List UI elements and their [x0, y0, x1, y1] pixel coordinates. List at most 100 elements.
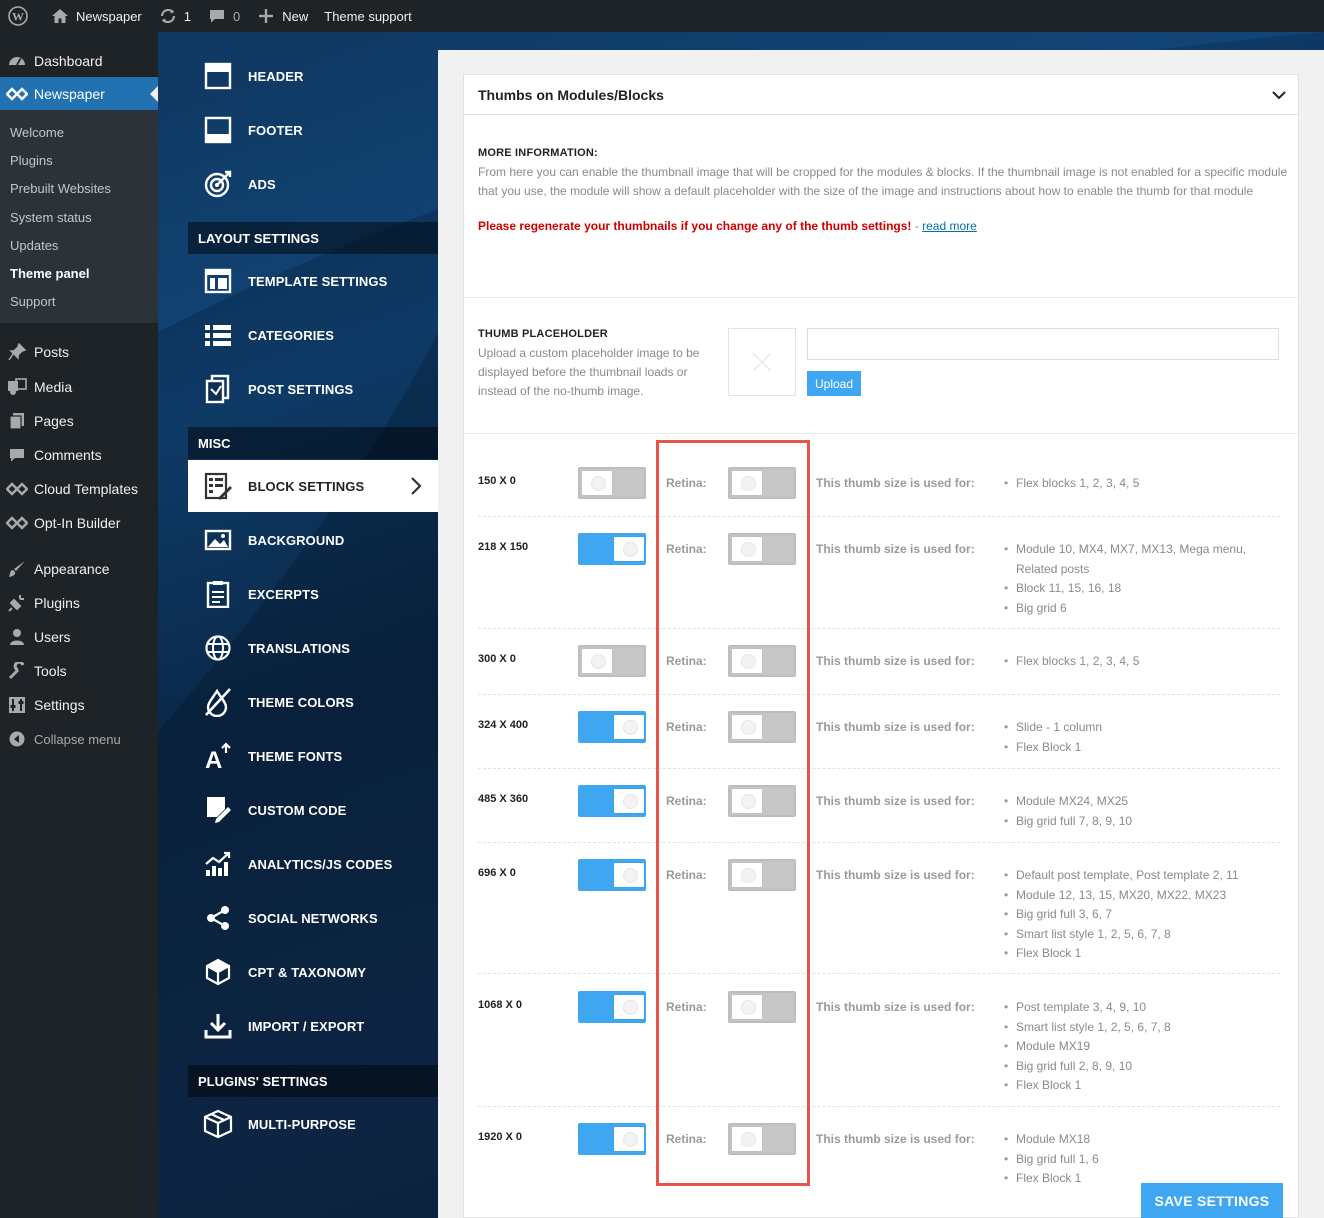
- menu-cloud-templates[interactable]: Cloud Templates: [0, 472, 158, 506]
- menu-media[interactable]: Media: [0, 370, 158, 404]
- read-more-link[interactable]: read more: [922, 219, 977, 233]
- thumb-enable-toggle[interactable]: [578, 645, 646, 677]
- nav-translations-label: TRANSLATIONS: [248, 640, 351, 656]
- menu-pages-label: Pages: [34, 413, 74, 429]
- nav-cpt-taxonomy-label: CPT & TAXONOMY: [248, 964, 367, 980]
- nav-header[interactable]: HEADER: [188, 50, 438, 102]
- wp-logo[interactable]: W: [0, 0, 42, 32]
- nav-import-export[interactable]: IMPORT / EXPORT: [188, 1000, 438, 1052]
- used-for-item: Module 12, 13, 15, MX20, MX22, MX23: [1004, 886, 1239, 906]
- used-for-list: Default post template, Post template 2, …: [1004, 866, 1239, 964]
- submenu-support[interactable]: Support: [10, 294, 56, 309]
- collapse-menu-button[interactable]: Collapse menu: [0, 722, 158, 756]
- nav-post-settings[interactable]: POST SETTINGS: [188, 363, 438, 415]
- collapse-menu-label: Collapse menu: [34, 731, 121, 747]
- nav-social-networks[interactable]: SOCIAL NETWORKS: [188, 892, 438, 944]
- menu-tools-label: Tools: [34, 663, 67, 679]
- nav-excerpts-label: EXCERPTS: [248, 586, 319, 602]
- menu-tools[interactable]: Tools: [0, 654, 158, 688]
- cloud-templates-icon: [0, 482, 34, 496]
- panel-header[interactable]: Thumbs on Modules/Blocks: [464, 75, 1298, 115]
- template-icon: [188, 268, 248, 294]
- cube-icon: [188, 958, 248, 986]
- nav-translations[interactable]: TRANSLATIONS: [188, 622, 438, 674]
- toggle-knob: [614, 715, 644, 739]
- updates-link[interactable]: 1: [150, 0, 199, 32]
- menu-dashboard[interactable]: Dashboard: [0, 44, 158, 78]
- save-settings-button[interactable]: SAVE SETTINGS: [1141, 1183, 1283, 1218]
- package-icon: [188, 1109, 248, 1139]
- nav-block-settings[interactable]: BLOCK SETTINGS: [188, 460, 438, 512]
- thumb-size-label: 324 X 400: [478, 719, 529, 731]
- thumb-enable-toggle[interactable]: [578, 785, 646, 817]
- menu-newspaper[interactable]: Newspaper: [0, 77, 158, 111]
- color-icon: [188, 687, 248, 717]
- footer-icon: [188, 116, 248, 144]
- nav-ads[interactable]: ADS: [188, 158, 438, 210]
- nav-excerpts[interactable]: EXCERPTS: [188, 568, 438, 620]
- menu-appearance[interactable]: Appearance: [0, 552, 158, 586]
- menu-optin-builder[interactable]: Opt-In Builder: [0, 506, 158, 540]
- row-divider: [478, 516, 1280, 517]
- nav-theme-colors[interactable]: THEME COLORS: [188, 676, 438, 728]
- submenu-updates[interactable]: Updates: [10, 238, 58, 253]
- nav-analytics[interactable]: ANALYTICS/JS CODES: [188, 838, 438, 890]
- nav-analytics-label: ANALYTICS/JS CODES: [248, 856, 393, 872]
- thumb-enable-toggle[interactable]: [578, 711, 646, 743]
- upload-button[interactable]: Upload: [807, 371, 861, 396]
- thumb-enable-toggle[interactable]: [578, 467, 646, 499]
- nav-post-settings-label: POST SETTINGS: [248, 381, 354, 397]
- chevron-down-icon[interactable]: [1272, 87, 1286, 103]
- menu-settings[interactable]: Settings: [0, 688, 158, 722]
- comments-link[interactable]: 0: [199, 0, 248, 32]
- thumb-size-label: 150 X 0: [478, 475, 516, 487]
- menu-pages[interactable]: Pages: [0, 404, 158, 438]
- used-for-list: Slide - 1 columnFlex Block 1: [1004, 718, 1102, 757]
- used-for-item: Module 10, MX4, MX7, MX13, Mega menu, Re…: [1004, 540, 1264, 579]
- toggle-knob: [614, 537, 644, 561]
- nav-custom-code[interactable]: CUSTOM CODE: [188, 784, 438, 836]
- submenu-welcome[interactable]: Welcome: [10, 125, 64, 140]
- share-icon: [188, 905, 248, 931]
- menu-plugins[interactable]: Plugins: [0, 586, 158, 620]
- menu-optin-builder-label: Opt-In Builder: [34, 515, 121, 531]
- user-icon: [0, 628, 34, 646]
- nav-footer[interactable]: FOOTER: [188, 104, 438, 156]
- menu-comments[interactable]: Comments: [0, 438, 158, 472]
- placeholder-url-input[interactable]: [807, 328, 1279, 360]
- thumb-size-label: 1920 X 0: [478, 1131, 523, 1143]
- nav-categories[interactable]: CATEGORIES: [188, 309, 438, 361]
- thumb-enable-toggle[interactable]: [578, 991, 646, 1023]
- site-name[interactable]: Newspaper: [42, 0, 150, 32]
- theme-support-link[interactable]: Theme support: [316, 0, 419, 32]
- nav-background[interactable]: BACKGROUND: [188, 514, 438, 566]
- nav-import-export-label: IMPORT / EXPORT: [248, 1018, 365, 1034]
- submenu-plugins[interactable]: Plugins: [10, 153, 53, 168]
- thumb-enable-toggle[interactable]: [578, 859, 646, 891]
- nav-multi-purpose[interactable]: MULTI-PURPOSE: [188, 1098, 438, 1150]
- toggle-knob: [582, 649, 612, 673]
- used-for-item: Flex Block 1: [1004, 1076, 1171, 1096]
- post-settings-icon: [188, 374, 248, 404]
- thumb-enable-toggle[interactable]: [578, 1123, 646, 1155]
- row-divider: [478, 694, 1280, 695]
- nav-theme-fonts[interactable]: A THEME FONTS: [188, 730, 438, 782]
- menu-posts[interactable]: Posts: [0, 335, 158, 369]
- comments-icon: [0, 447, 34, 463]
- new-content-link[interactable]: New: [248, 0, 316, 32]
- analytics-icon: [188, 850, 248, 878]
- nav-categories-label: CATEGORIES: [248, 327, 334, 343]
- media-icon: [0, 378, 34, 396]
- thumb-size-label: 1068 X 0: [478, 999, 523, 1011]
- submenu-prebuilt-websites[interactable]: Prebuilt Websites: [10, 181, 111, 196]
- submenu-system-status[interactable]: System status: [10, 210, 92, 225]
- menu-users[interactable]: Users: [0, 620, 158, 654]
- nav-cpt-taxonomy[interactable]: CPT & TAXONOMY: [188, 946, 438, 998]
- block-settings-icon: [188, 472, 248, 500]
- used-for-item: Big grid full 2, 8, 9, 10: [1004, 1057, 1171, 1077]
- submenu-theme-panel[interactable]: Theme panel: [10, 266, 89, 281]
- thumb-enable-toggle[interactable]: [578, 533, 646, 565]
- used-for-list: Flex blocks 1, 2, 3, 4, 5: [1004, 652, 1139, 672]
- nav-template-settings[interactable]: TEMPLATE SETTINGS: [188, 255, 438, 307]
- toggle-knob: [614, 1127, 644, 1151]
